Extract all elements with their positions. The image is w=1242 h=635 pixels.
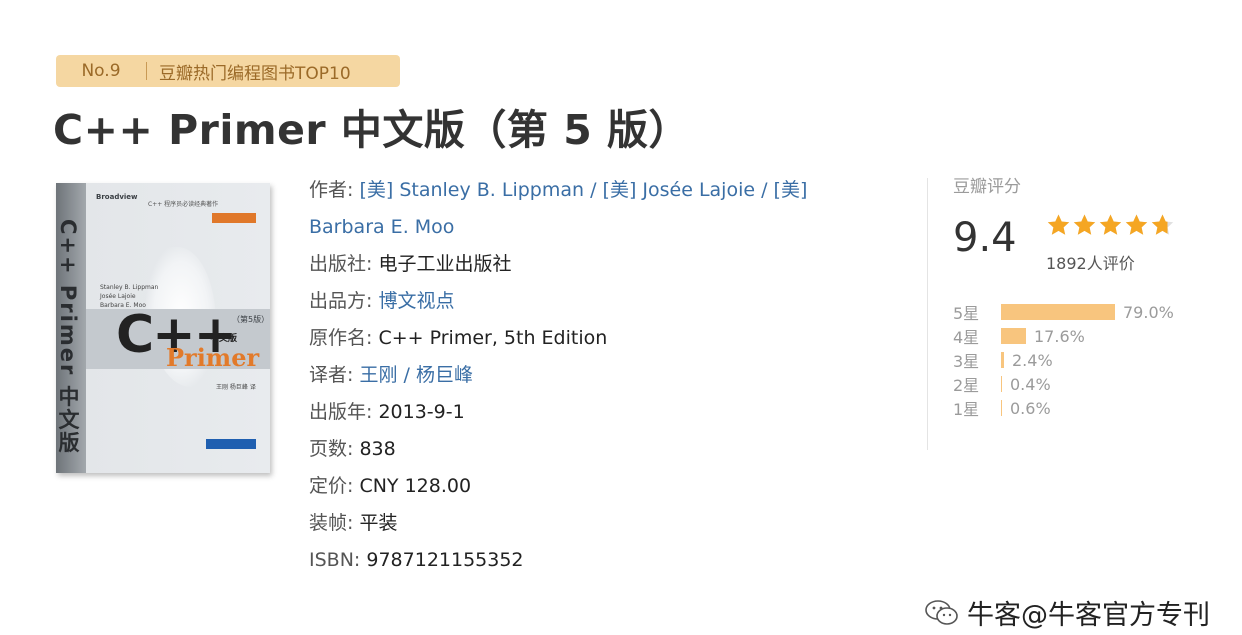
book-details: 作者: [美] Stanley B. Lippman / [美] Josée L… <box>309 172 869 579</box>
wechat-icon <box>925 599 958 625</box>
book-cover[interactable]: C++ Primer 中文版 Broadview C++ 程序员必读经典著作 S… <box>56 183 270 473</box>
cover-title-sub: Primer <box>166 343 260 372</box>
rating-score: 9.4 <box>953 215 1017 261</box>
author-link-lippman[interactable]: [美] Stanley B. Lippman <box>359 179 584 201</box>
pages-row: 页数: 838 <box>309 431 869 468</box>
author-row-continued: Barbara E. Moo <box>309 209 869 246</box>
binding-value: 平装 <box>359 512 398 534</box>
original-title-row: 原作名: C++ Primer, 5th Edition <box>309 320 869 357</box>
author-separator: / <box>584 179 603 201</box>
histogram-star-label: 1星 <box>953 400 980 419</box>
histogram-star-label: 5星 <box>953 304 980 323</box>
publisher-link[interactable]: 电子工业出版社 <box>378 253 511 275</box>
binding-label: 装帧: <box>309 512 354 534</box>
watermark: 牛客@牛客官方专刊 <box>925 593 1210 632</box>
histogram-row: 3星 2.4% <box>953 348 1213 372</box>
cover-spine-text: C++ Primer 中文版 <box>56 219 80 455</box>
star-icon <box>1151 214 1174 235</box>
histogram-bar <box>1001 376 1002 392</box>
histogram-bar <box>1001 328 1026 344</box>
translator-link-yang[interactable]: 杨巨峰 <box>416 364 473 386</box>
histogram-star-label: 4星 <box>953 328 980 347</box>
book-title: C++ Primer 中文版（第 5 版） <box>53 106 690 154</box>
producer-label: 出品方: <box>309 290 373 312</box>
histogram-percent: 0.4% <box>1010 374 1051 394</box>
cover-edition-label: （第5版） <box>232 315 270 324</box>
publisher-label: 出版社: <box>309 253 373 275</box>
star-rating <box>1046 213 1176 237</box>
author-separator: / <box>755 179 774 201</box>
pubdate-label: 出版年: <box>309 401 373 423</box>
histogram-star-label: 3星 <box>953 352 980 371</box>
star-icon <box>1125 214 1148 235</box>
price-value: CNY 128.00 <box>359 475 472 497</box>
votes-count[interactable]: 1892人评价 <box>1046 250 1135 274</box>
section-divider <box>927 178 928 450</box>
votes-link[interactable]: 1892人评价 <box>1046 254 1135 273</box>
histogram-bar <box>1001 304 1115 320</box>
rank-number: No.9 <box>81 61 121 81</box>
histogram-percent: 0.6% <box>1010 398 1051 418</box>
histogram-bar <box>1001 400 1002 416</box>
cover-edition-tag <box>212 213 256 223</box>
star-icon <box>1099 214 1122 235</box>
histogram-percent: 79.0% <box>1123 302 1174 322</box>
histogram-row: 1星 0.6% <box>953 396 1213 420</box>
histogram-star-label: 2星 <box>953 376 980 395</box>
price-row: 定价: CNY 128.00 <box>309 468 869 505</box>
pubdate-row: 出版年: 2013-9-1 <box>309 394 869 431</box>
cover-translators: 王刚 杨巨峰 译 <box>216 384 256 391</box>
author-link-lajoie[interactable]: [美] Josée Lajoie <box>603 179 756 201</box>
star-icon <box>1047 214 1070 235</box>
translator-separator: / <box>397 364 416 386</box>
pages-label: 页数: <box>309 438 354 460</box>
translator-label: 译者: <box>309 364 354 386</box>
isbn-value: 9787121155352 <box>366 549 524 571</box>
histogram-bar <box>1001 352 1004 368</box>
pubdate-value: 2013-9-1 <box>378 401 465 423</box>
watermark-text: 牛客@牛客官方专刊 <box>967 600 1210 631</box>
histogram-percent: 17.6% <box>1034 326 1085 346</box>
translator-link-wang[interactable]: 王刚 <box>359 364 397 386</box>
histogram-row: 4星 17.6% <box>953 324 1213 348</box>
isbn-label: ISBN: <box>309 549 361 571</box>
binding-row: 装帧: 平装 <box>309 505 869 542</box>
rating-label: 豆瓣评分 <box>953 177 1021 197</box>
ranking-badge[interactable]: No.9 豆瓣热门编程图书TOP10 <box>56 55 400 87</box>
author-link-moo-prefix[interactable]: [美] <box>774 179 808 201</box>
author-link-moo[interactable]: Barbara E. Moo <box>309 216 454 238</box>
producer-row: 出品方: 博文视点 <box>309 283 869 320</box>
histogram-percent: 2.4% <box>1012 350 1053 370</box>
author-row: 作者: [美] Stanley B. Lippman / [美] Josée L… <box>309 172 869 209</box>
producer-link[interactable]: 博文视点 <box>378 290 454 312</box>
star-icon <box>1073 214 1096 235</box>
cover-tagline: C++ 程序员必读经典著作 <box>148 201 219 208</box>
author-label: 作者: <box>309 179 354 201</box>
original-title-label: 原作名: <box>309 327 373 349</box>
price-label: 定价: <box>309 475 354 497</box>
publisher-row: 出版社: 电子工业出版社 <box>309 246 869 283</box>
original-title-value: C++ Primer, 5th Edition <box>378 327 608 349</box>
isbn-row: ISBN: 9787121155352 <box>309 542 869 579</box>
translator-row: 译者: 王刚 / 杨巨峰 <box>309 357 869 394</box>
ranking-list-name: 豆瓣热门编程图书TOP10 <box>159 63 351 84</box>
pages-value: 838 <box>359 438 396 460</box>
histogram-row: 5星 79.0% <box>953 300 1213 324</box>
histogram-row: 2星 0.4% <box>953 372 1213 396</box>
cover-publisher-mark: Broadview <box>96 193 138 201</box>
rating-histogram: 5星 79.0% 4星 17.6% 3星 2.4% 2星 0.4% 1星 0.6% <box>953 300 1213 420</box>
publisher-logo <box>206 439 256 449</box>
